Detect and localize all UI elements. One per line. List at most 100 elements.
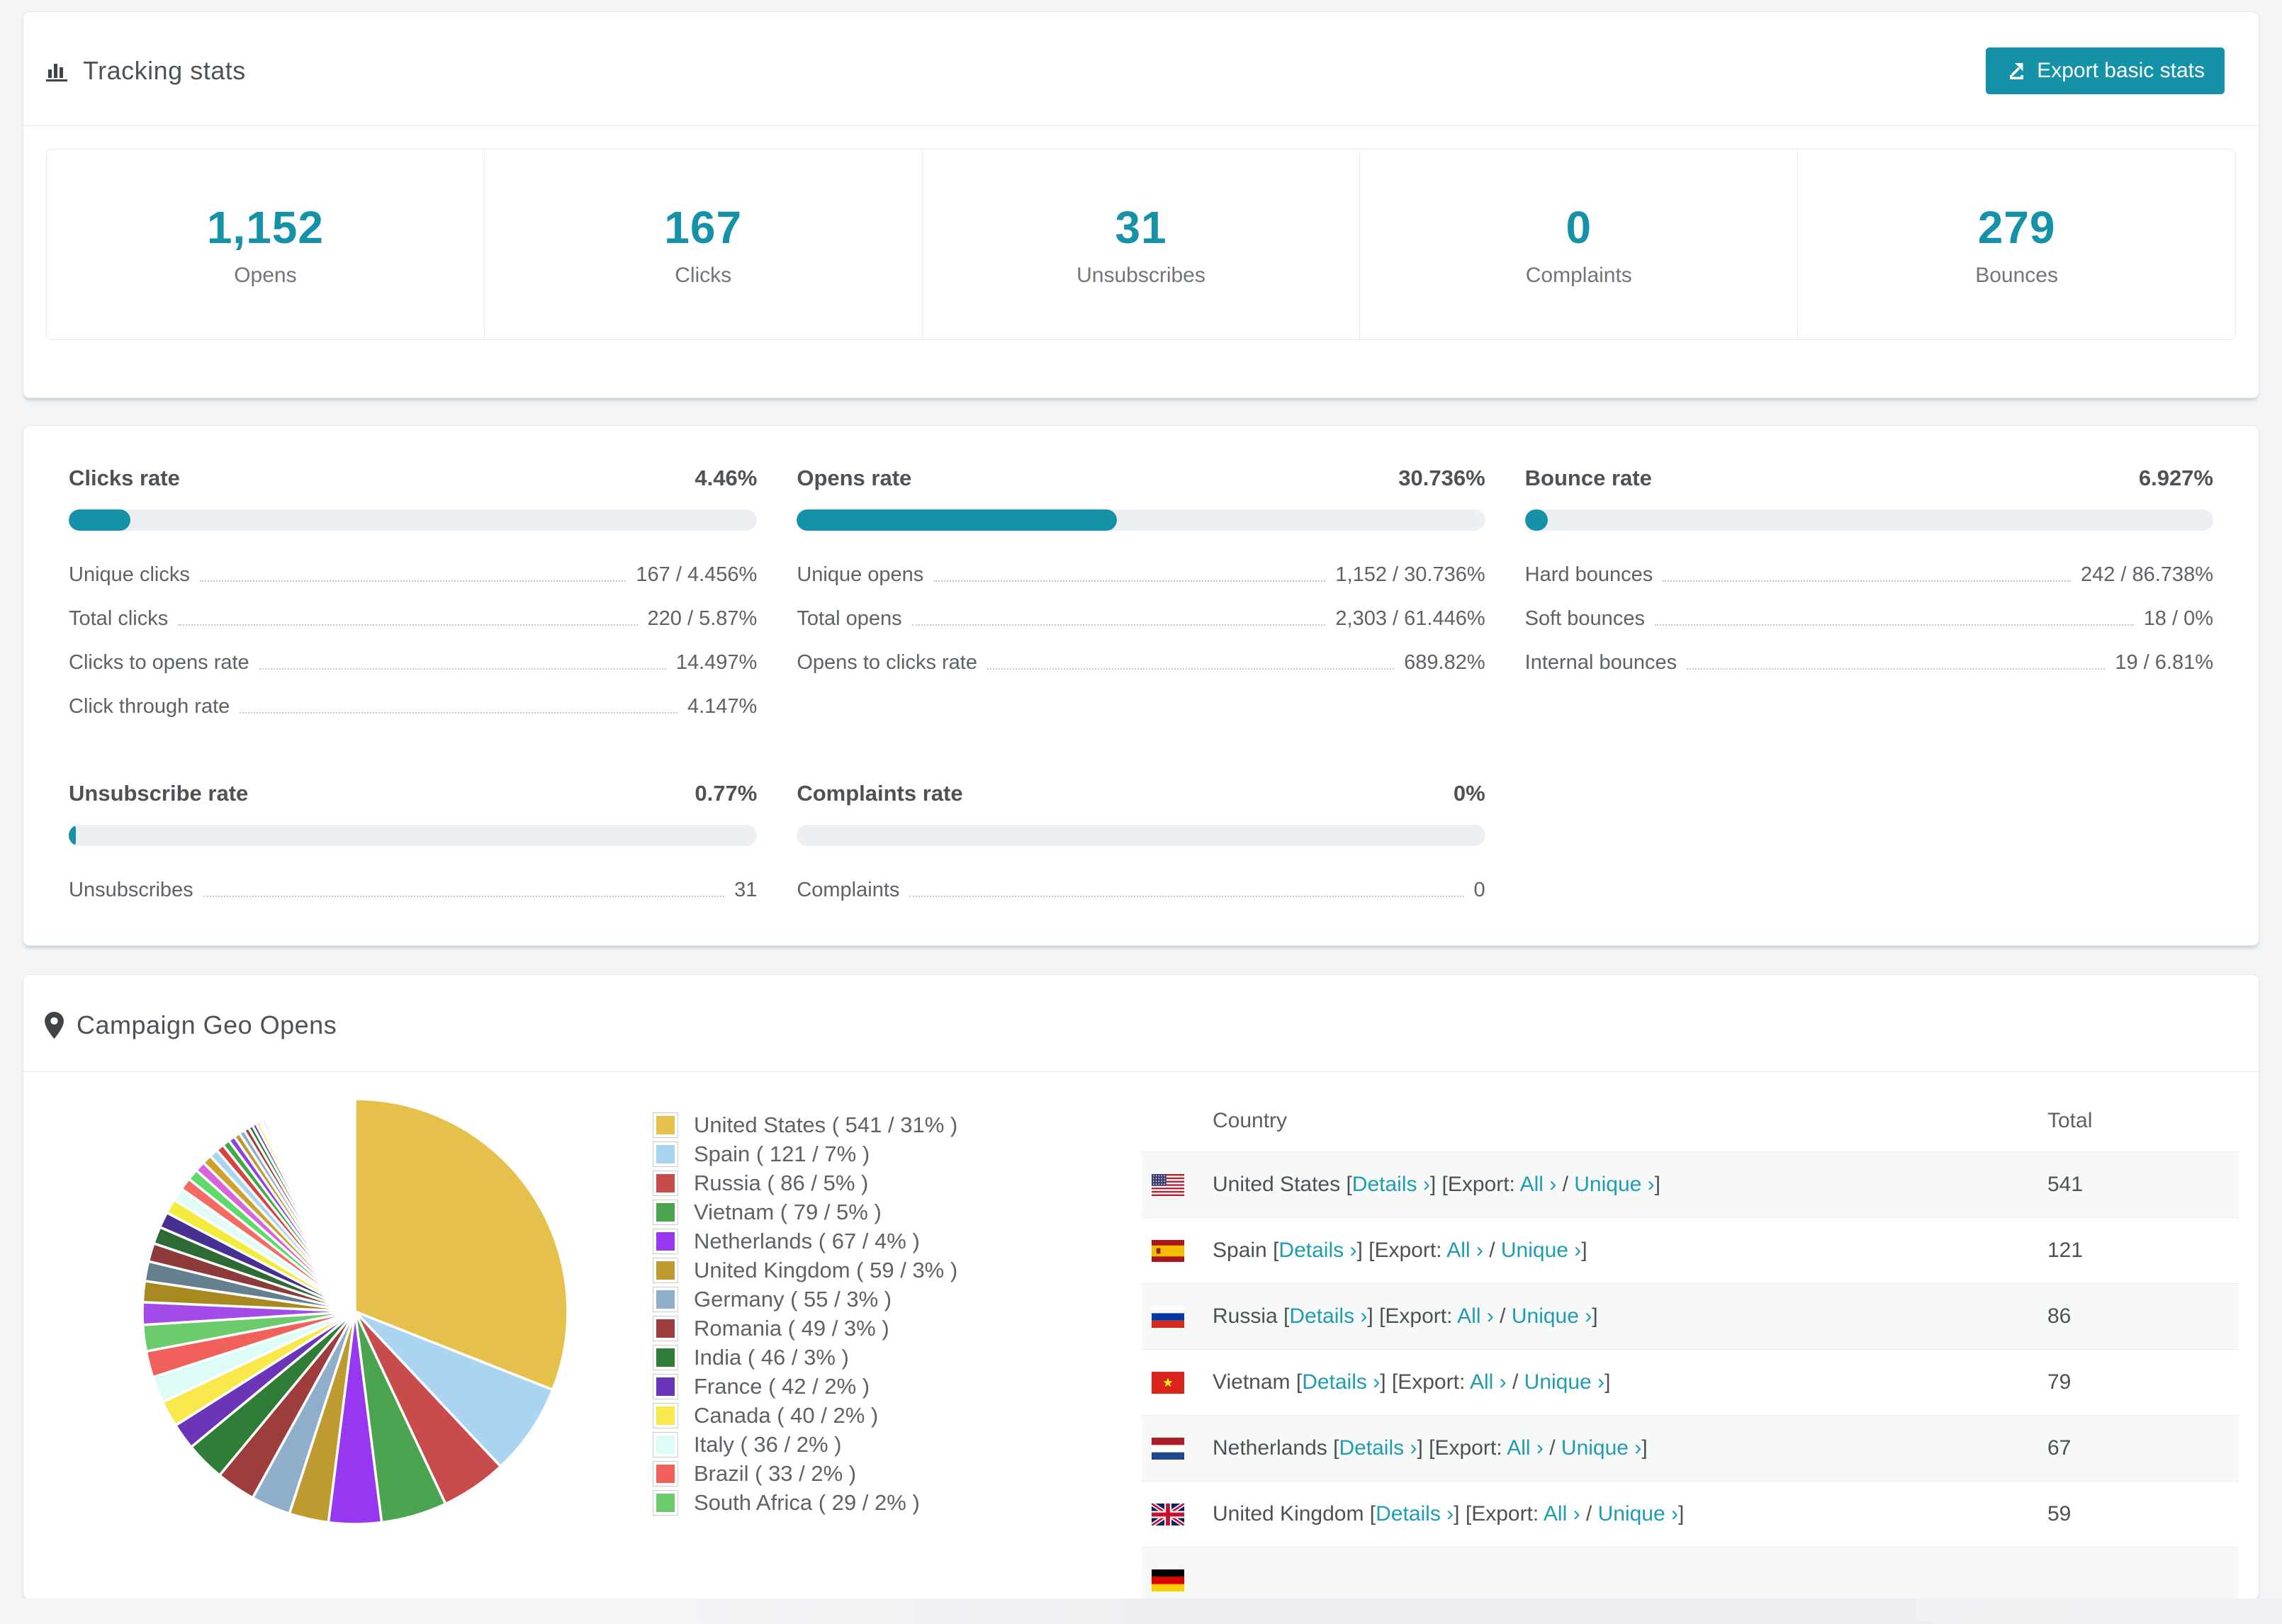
geo-body: United States ( 541 / 31% ) Spain ( 121 … — [23, 1072, 2259, 1599]
export-all-link[interactable]: All › — [1544, 1502, 1580, 1526]
legend-item-spain: Spain ( 121 / 7% ) — [653, 1139, 1050, 1168]
export-all-link[interactable]: All › — [1470, 1370, 1507, 1394]
legend-label: France ( 42 / 2% ) — [694, 1373, 870, 1399]
campaign-geo-opens-panel: Campaign Geo Opens United States ( 541 /… — [23, 974, 2259, 1600]
rate-title: Complaints rate — [797, 781, 963, 806]
geo-header: Campaign Geo Opens — [23, 975, 2259, 1071]
rate-value: 6.927% — [2138, 466, 2213, 490]
export-unique-link[interactable]: Unique › — [1501, 1239, 1581, 1262]
country-name: Russia — [1213, 1304, 1278, 1328]
flag-nl-icon — [1152, 1437, 1184, 1460]
rate-value: 0.77% — [695, 781, 758, 806]
total-cell: 59 — [2047, 1502, 2072, 1526]
export-label: Export: — [1434, 1436, 1502, 1460]
legend-item-canada: Canada ( 40 / 2% ) — [653, 1401, 1050, 1430]
rates-grid: Clicks rate 4.46% Unique clicks 167 / 4.… — [46, 466, 2236, 902]
country-name: Spain — [1213, 1239, 1267, 1262]
flag-us-icon — [1152, 1173, 1184, 1196]
export-unique-link[interactable]: Unique › — [1574, 1173, 1654, 1196]
rate-detail-value: 220 / 5.87% — [647, 607, 758, 630]
export-unique-link[interactable]: Unique › — [1512, 1304, 1592, 1328]
flag-gb-icon — [1152, 1503, 1184, 1526]
rate-title: Opens rate — [797, 466, 912, 490]
stat-value: 31 — [1115, 202, 1167, 253]
rate-rows: Unique opens 1,152 / 30.736% Total opens… — [797, 563, 1485, 675]
export-all-link[interactable]: All › — [1446, 1239, 1483, 1262]
export-label: Export: — [1447, 1173, 1515, 1196]
tracking-stats-panel: Tracking stats Export basic stats 1,152 … — [23, 11, 2259, 398]
total-column-header: Total — [2047, 1109, 2093, 1132]
total-cell: 79 — [2047, 1370, 2072, 1394]
legend-swatch-icon — [653, 1112, 678, 1138]
rate-detail-row: Clicks to opens rate 14.497% — [69, 651, 757, 675]
dotted-leader — [240, 712, 678, 714]
flag-de-icon — [1152, 1569, 1184, 1591]
country-cell: Spain [Details ›] [Export: All › / Uniqu… — [1213, 1239, 1587, 1262]
stat-label: Complaints — [1525, 264, 1632, 287]
rate-detail-label: Soft bounces — [1524, 607, 1645, 630]
flag-vn-icon — [1152, 1371, 1184, 1394]
country-cell: Netherlands [Details ›] [Export: All › /… — [1213, 1436, 1648, 1460]
rate-detail-value: 31 — [734, 879, 758, 901]
details-link[interactable]: Details › — [1339, 1436, 1417, 1460]
geo-pie-chart[interactable] — [128, 1085, 582, 1599]
legend-item-south-africa: South Africa ( 29 / 2% ) — [653, 1488, 1050, 1517]
progress-bar — [797, 825, 1485, 846]
total-cell: 67 — [2047, 1436, 2072, 1460]
legend-swatch-icon — [653, 1170, 678, 1196]
country-cell: United States [Details ›] [Export: All ›… — [1213, 1173, 1660, 1196]
export-label: Export: — [1385, 1304, 1453, 1328]
stat-card-bounces: 279 Bounces — [1797, 150, 2235, 339]
country-name: United States — [1213, 1173, 1341, 1196]
export-unique-link[interactable]: Unique › — [1524, 1370, 1604, 1394]
progress-bar — [797, 509, 1485, 531]
dotted-leader — [259, 668, 666, 670]
legend-item-united-states: United States ( 541 / 31% ) — [653, 1110, 1050, 1139]
export-unique-link[interactable]: Unique › — [1598, 1502, 1678, 1526]
rate-detail-row: Opens to clicks rate 689.82% — [797, 651, 1485, 675]
geo-table-rows: United States [Details ›] [Export: All ›… — [1142, 1151, 2239, 1599]
rate-detail-row: Internal bounces 19 / 6.81% — [1525, 651, 2213, 675]
export-button-label: Export basic stats — [2037, 59, 2205, 82]
export-all-link[interactable]: All › — [1457, 1304, 1494, 1328]
rate-detail-value: 242 / 86.738% — [2080, 563, 2213, 586]
details-link[interactable]: Details › — [1278, 1239, 1356, 1262]
rate-detail-value: 1,152 / 30.736% — [1335, 563, 1485, 586]
details-link[interactable]: Details › — [1289, 1304, 1367, 1328]
rate-detail-value: 4.147% — [687, 695, 758, 718]
export-unique-link[interactable]: Unique › — [1561, 1436, 1641, 1460]
details-link[interactable]: Details › — [1376, 1502, 1454, 1526]
rate-block-bounce-rate: Bounce rate 6.927% Hard bounces 242 / 86… — [1524, 466, 2213, 718]
tracking-stats-header: Tracking stats Export basic stats — [23, 12, 2259, 125]
stat-card-opens: 1,152 Opens — [47, 150, 484, 339]
table-row-de — [1142, 1547, 2239, 1599]
export-all-link[interactable]: All › — [1507, 1436, 1544, 1460]
legend-swatch-icon — [653, 1228, 678, 1254]
country-column-header: Country — [1213, 1109, 1288, 1132]
rate-value: 30.736% — [1398, 466, 1485, 490]
rate-title-row: Opens rate 30.736% — [797, 466, 1485, 491]
flag-ru-icon — [1152, 1305, 1184, 1328]
details-link[interactable]: Details › — [1302, 1370, 1380, 1394]
rate-detail-label: Opens to clicks rate — [797, 651, 977, 674]
details-link[interactable]: Details › — [1352, 1173, 1430, 1196]
stat-label: Unsubscribes — [1077, 264, 1205, 287]
pie-legend: United States ( 541 / 31% ) Spain ( 121 … — [653, 1110, 1050, 1599]
rate-title-row: Bounce rate 6.927% — [1525, 466, 2213, 491]
table-row-us: United States [Details ›] [Export: All ›… — [1142, 1151, 2239, 1217]
legend-label: South Africa ( 29 / 2% ) — [694, 1489, 920, 1515]
table-row-es: Spain [Details ›] [Export: All › / Uniqu… — [1142, 1217, 2239, 1283]
geo-table: Country Total United States [Details ›] … — [1142, 1090, 2239, 1599]
rate-block-clicks-rate: Clicks rate 4.46% Unique clicks 167 / 4.… — [69, 466, 758, 718]
legend-item-vietnam: Vietnam ( 79 / 5% ) — [653, 1197, 1050, 1227]
rate-title: Unsubscribe rate — [69, 781, 249, 806]
legend-item-netherlands: Netherlands ( 67 / 4% ) — [653, 1227, 1050, 1256]
legend-label: Spain ( 121 / 7% ) — [694, 1141, 870, 1166]
rate-detail-row: Soft bounces 18 / 0% — [1525, 607, 2213, 631]
export-all-link[interactable]: All › — [1520, 1173, 1557, 1196]
rate-detail-label: Total clicks — [69, 607, 169, 630]
rate-title-row: Complaints rate 0% — [797, 781, 1485, 806]
table-row-ru: Russia [Details ›] [Export: All › / Uniq… — [1142, 1283, 2239, 1349]
dotted-leader — [933, 580, 1326, 582]
export-basic-stats-button[interactable]: Export basic stats — [1986, 47, 2225, 94]
